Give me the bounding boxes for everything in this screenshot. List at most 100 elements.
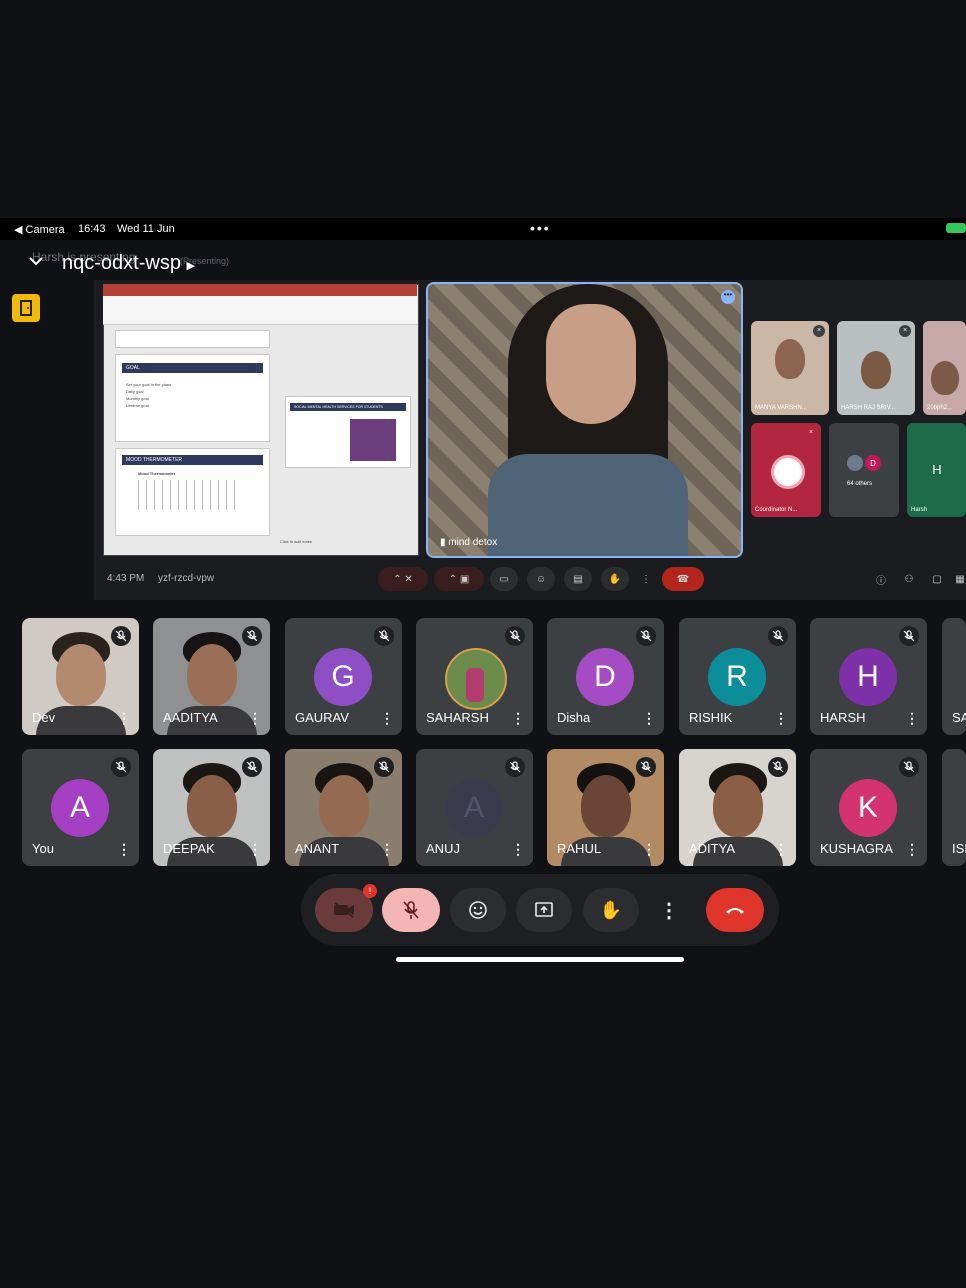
more-vert-icon[interactable]: ⋮ [905, 842, 919, 856]
raise-hand-icon: ✋ [599, 899, 623, 920]
mic-off-icon [403, 901, 419, 919]
end-call-icon: ☎ [676, 573, 690, 585]
info-icon[interactable]: ⓘ [872, 570, 890, 588]
more-vert-icon[interactable]: ⋮ [774, 711, 788, 725]
meeting-code-title[interactable]: nqc-odxt-wsp ▶ [62, 252, 195, 275]
participant-tile[interactable]: R ⋮ RISHIK [679, 618, 796, 735]
multitask-dots-icon[interactable]: ••• [530, 220, 551, 236]
participant-tile[interactable]: ⋮ SAHARSH [416, 618, 533, 735]
inner-hand-button[interactable]: ✋ [601, 567, 629, 591]
participant-tile[interactable]: A ⋮ You [22, 749, 139, 866]
inner-cam-button[interactable]: ⌃ ▣ [434, 567, 484, 591]
participant-name: RAHUL [557, 841, 602, 856]
chevron-down-icon[interactable] [28, 254, 44, 270]
participant-name: ADITYA [689, 841, 735, 856]
participant-face [187, 644, 237, 706]
battery-icon [946, 223, 966, 233]
inner-time: 4:43 PM [107, 573, 145, 584]
camera-off-icon [334, 902, 354, 918]
participant-tile[interactable]: ⋮ ANANT [285, 749, 402, 866]
mic-off-icon [374, 626, 394, 646]
participant-tile[interactable]: SA [942, 618, 966, 735]
more-vert-icon[interactable]: ⋮ [117, 842, 131, 856]
slide-bullet: Set your goal in the plans [126, 382, 172, 387]
participant-tile[interactable]: ⋮ Dev [22, 618, 139, 735]
others-tile[interactable]: D 64 others [829, 423, 899, 517]
back-to-camera-link[interactable]: ◀ Camera [14, 223, 65, 236]
mini-tile[interactable]: × HARSH RAJ SRIV... [837, 321, 915, 415]
inner-end-call-button[interactable]: ☎ [662, 567, 704, 591]
camera-warning-badge: ! [363, 884, 377, 898]
emoji-icon [469, 901, 487, 919]
mic-off-icon [242, 626, 262, 646]
speaker-name: ▮ mind detox [440, 537, 497, 548]
mini-tile[interactable]: × Coordinator N... [751, 423, 821, 517]
emoji-button[interactable] [450, 888, 506, 932]
participant-name: ISI [952, 841, 966, 856]
participant-tile[interactable]: ISI [942, 749, 966, 866]
more-vert-icon[interactable]: ⋮ [905, 711, 919, 725]
door-exit-icon[interactable] [12, 294, 40, 322]
participant-tile[interactable]: ⋮ RAHUL [547, 749, 664, 866]
inner-more-button[interactable]: ⋮ [638, 567, 654, 591]
mini-tile[interactable]: × MANYA VARSHN... [751, 321, 829, 415]
participant-tile[interactable]: ⋮ DEEPAK [153, 749, 270, 866]
more-vert-icon[interactable]: ⋮ [380, 842, 394, 856]
slide-image [350, 419, 396, 461]
present-icon [535, 902, 553, 917]
participant-name: SAHARSH [426, 710, 489, 725]
more-vert-icon: ⋮ [641, 573, 651, 585]
inner-present-button[interactable]: ▭ [490, 567, 518, 591]
end-call-icon [726, 908, 744, 914]
more-vert-icon[interactable]: ⋮ [117, 711, 131, 725]
more-vert-icon[interactable]: ⋮ [642, 842, 656, 856]
mic-off-icon [768, 757, 788, 777]
speaker-face [546, 304, 636, 424]
more-vert-icon[interactable]: ⋮ [248, 842, 262, 856]
more-options-icon[interactable]: ••• [721, 290, 735, 304]
mic-off-icon: × [805, 427, 817, 439]
mic-toggle-button[interactable] [382, 888, 440, 932]
participant-name: Dev [32, 710, 56, 725]
mini-tile[interactable]: 20bph2... [923, 321, 966, 415]
mic-off-icon [374, 757, 394, 777]
speaker-tile[interactable]: ••• ▮ mind detox [426, 282, 743, 558]
more-vert-icon[interactable]: ⋮ [774, 842, 788, 856]
present-button[interactable] [516, 888, 572, 932]
people-icon[interactable]: ⚇ [900, 570, 918, 588]
emoji-icon: ☺ [535, 573, 547, 585]
inner-emoji-button[interactable]: ☺ [527, 567, 555, 591]
slide-bullet: Daily goal [126, 389, 144, 394]
participant-name: AADITYA [163, 710, 218, 725]
participant-tile[interactable]: H ⋮ HARSH [810, 618, 927, 735]
more-vert-icon[interactable]: ⋮ [380, 711, 394, 725]
slide-subtitle: Mood Thermometer [138, 471, 176, 476]
end-call-button[interactable] [706, 888, 764, 932]
more-options-button[interactable]: ⋮ [650, 888, 688, 932]
participant-name: RISHIK [689, 710, 733, 725]
participant-name: Disha [557, 710, 591, 725]
chat-icon[interactable]: ▢ [928, 570, 946, 588]
more-vert-icon[interactable]: ⋮ [511, 842, 525, 856]
participant-tile[interactable]: A ⋮ ANUJ [416, 749, 533, 866]
more-vert-icon[interactable]: ⋮ [511, 711, 525, 725]
home-indicator[interactable] [396, 957, 684, 962]
participant-tile[interactable]: ⋮ AADITYA [153, 618, 270, 735]
participant-tile[interactable]: G ⋮ GAURAV [285, 618, 402, 735]
participant-tile[interactable]: D ⋮ Disha [547, 618, 664, 735]
participant-tile[interactable]: ⋮ ADITYA [679, 749, 796, 866]
more-vert-icon[interactable]: ⋮ [248, 711, 262, 725]
more-vert-icon[interactable]: ⋮ [642, 711, 656, 725]
mini-tile-label: Harsh [911, 507, 928, 513]
participant-tile[interactable]: K ⋮ KUSHAGRA [810, 749, 927, 866]
inner-captions-button[interactable]: ▤ [564, 567, 592, 591]
slide-bullet: Monthly goal [126, 396, 149, 401]
mic-off-icon [899, 626, 919, 646]
presentation-titlebar [103, 284, 417, 296]
participant-name: You [32, 841, 54, 856]
raise-hand-button[interactable]: ✋ [583, 888, 639, 932]
inner-mic-button[interactable]: ⌃ ✕ [378, 567, 428, 591]
activities-icon[interactable]: ▦ [954, 570, 966, 588]
mic-off-icon [768, 626, 788, 646]
mini-tile[interactable]: H Harsh [907, 423, 966, 517]
